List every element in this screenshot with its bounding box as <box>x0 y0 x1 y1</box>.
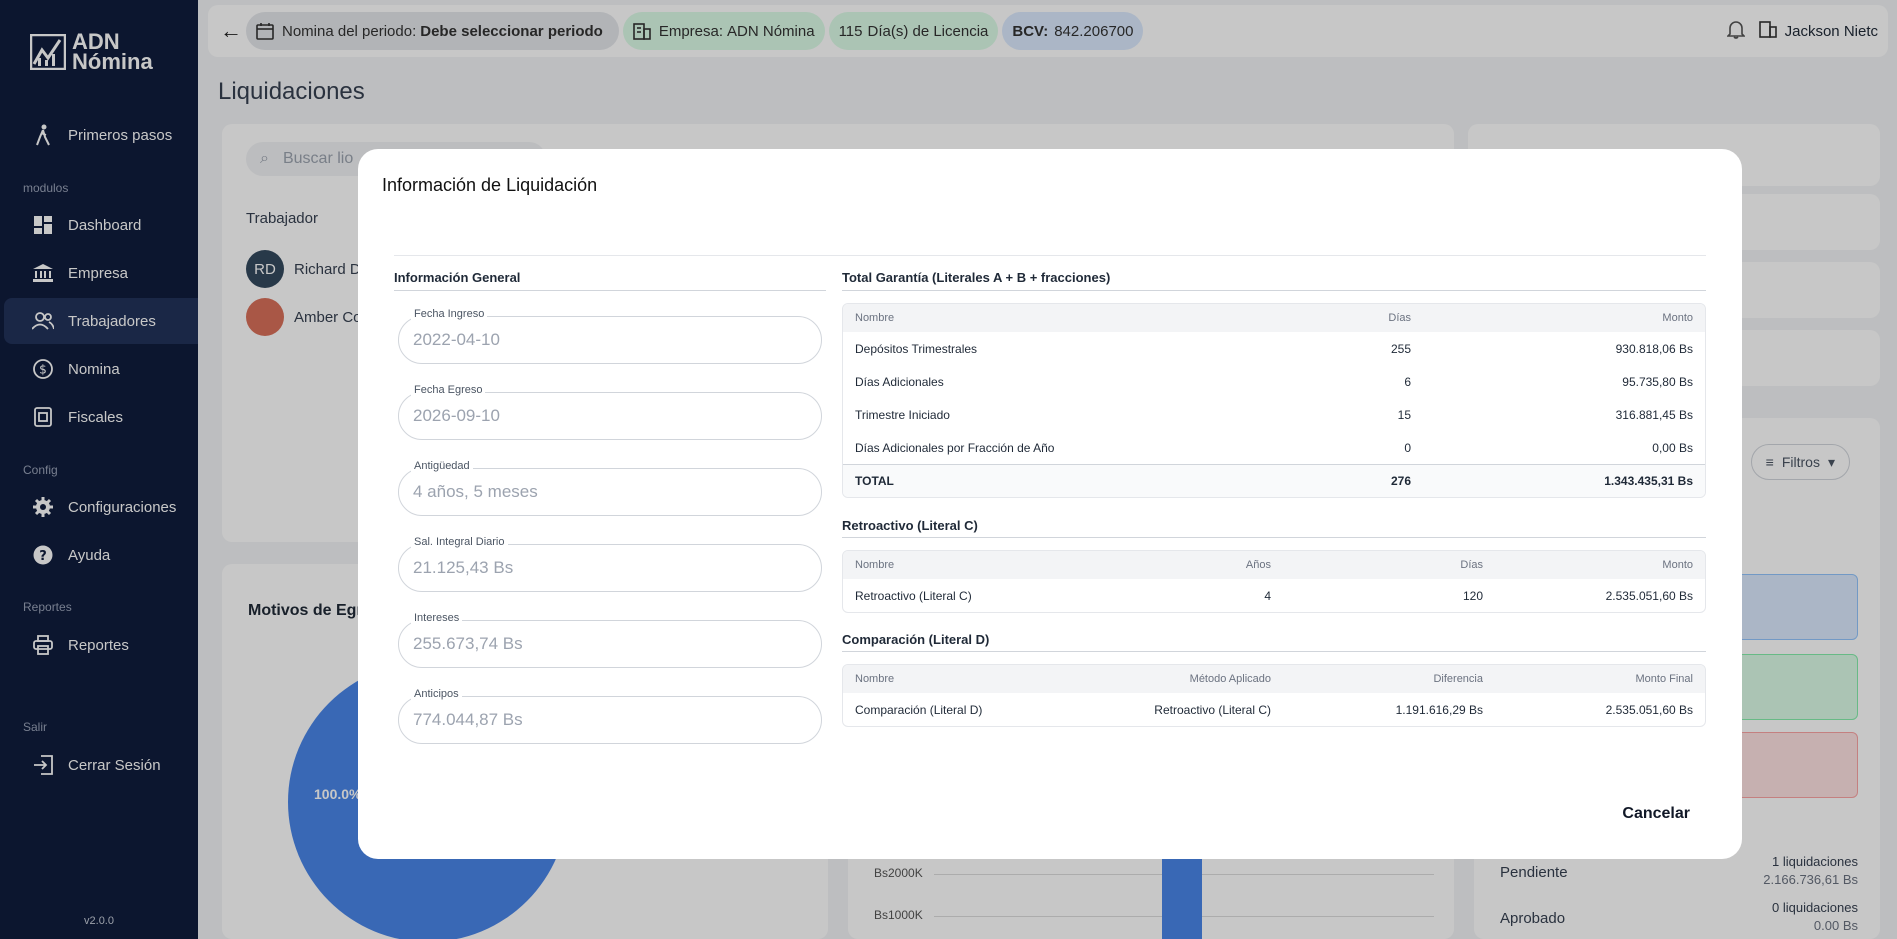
divider <box>842 537 1706 538</box>
divider <box>394 290 826 291</box>
anticipos-field[interactable]: Anticipos 774.044,87 Bs <box>398 688 822 744</box>
field-label: Fecha Ingreso <box>411 308 488 320</box>
divider <box>842 290 1706 291</box>
field-value: 255.673,74 Bs <box>413 634 523 653</box>
field-label: Intereses <box>411 612 463 624</box>
cancel-button[interactable]: Cancelar <box>1622 805 1690 823</box>
modal-title: Información de Liquidación <box>382 175 598 195</box>
table-row: Días Adicionales 6 95.735,80 Bs <box>855 374 1693 389</box>
table-row: Retroactivo (Literal C) 4 120 2.535.051,… <box>855 588 1693 603</box>
divider <box>394 255 1706 256</box>
table-row: Comparación (Literal D) Retroactivo (Lit… <box>855 702 1693 717</box>
field-label: Fecha Egreso <box>411 384 486 396</box>
fecha-egreso-field[interactable]: Fecha Egreso 2026-09-10 <box>398 384 822 440</box>
comparacion-table: Nombre Método Aplicado Diferencia Monto … <box>842 664 1706 727</box>
divider <box>842 651 1706 652</box>
table-header: Nombre Días Monto <box>843 304 1705 332</box>
table-header: Nombre Años Días Monto <box>843 551 1705 579</box>
field-value: 4 años, 5 meses <box>413 482 538 501</box>
field-value: 2022-04-10 <box>413 330 500 349</box>
intereses-field[interactable]: Intereses 255.673,74 Bs <box>398 612 822 668</box>
table-row: Trimestre Iniciado 15 316.881,45 Bs <box>855 407 1693 422</box>
fecha-ingreso-field[interactable]: Fecha Ingreso 2022-04-10 <box>398 308 822 364</box>
field-value: 2026-09-10 <box>413 406 500 425</box>
table-row: Días Adicionales por Fracción de Año 0 0… <box>855 440 1693 455</box>
general-title: Información General <box>394 270 521 285</box>
garantia-table: Nombre Días Monto Depósitos Trimestrales… <box>842 303 1706 498</box>
field-label: Sal. Integral Diario <box>411 536 508 548</box>
antiguedad-field[interactable]: Antigüedad 4 años, 5 meses <box>398 460 822 516</box>
header-cell: Monto <box>1662 312 1693 324</box>
field-value: 21.125,43 Bs <box>413 558 514 577</box>
retroactivo-title: Retroactivo (Literal C) <box>842 518 978 533</box>
field-label: Antigüedad <box>411 460 473 472</box>
total-row: TOTAL 276 1.343.435,31 Bs <box>843 464 1705 497</box>
table-row: Depósitos Trimestrales 255 930.818,06 Bs <box>855 341 1693 356</box>
table-header: Nombre Método Aplicado Diferencia Monto … <box>843 665 1705 693</box>
field-label: Anticipos <box>411 688 462 700</box>
field-value: 774.044,87 Bs <box>413 710 523 729</box>
header-cell: Nombre <box>855 312 895 324</box>
liquidacion-modal: Información de Liquidación Información G… <box>358 149 1742 859</box>
header-cell: Días <box>1388 312 1411 324</box>
salario-integral-field[interactable]: Sal. Integral Diario 21.125,43 Bs <box>398 536 822 592</box>
garantia-title: Total Garantía (Literales A + B + fracci… <box>842 270 1111 285</box>
retroactivo-table: Nombre Años Días Monto Retroactivo (Lite… <box>842 550 1706 613</box>
comparacion-title: Comparación (Literal D) <box>842 632 990 647</box>
